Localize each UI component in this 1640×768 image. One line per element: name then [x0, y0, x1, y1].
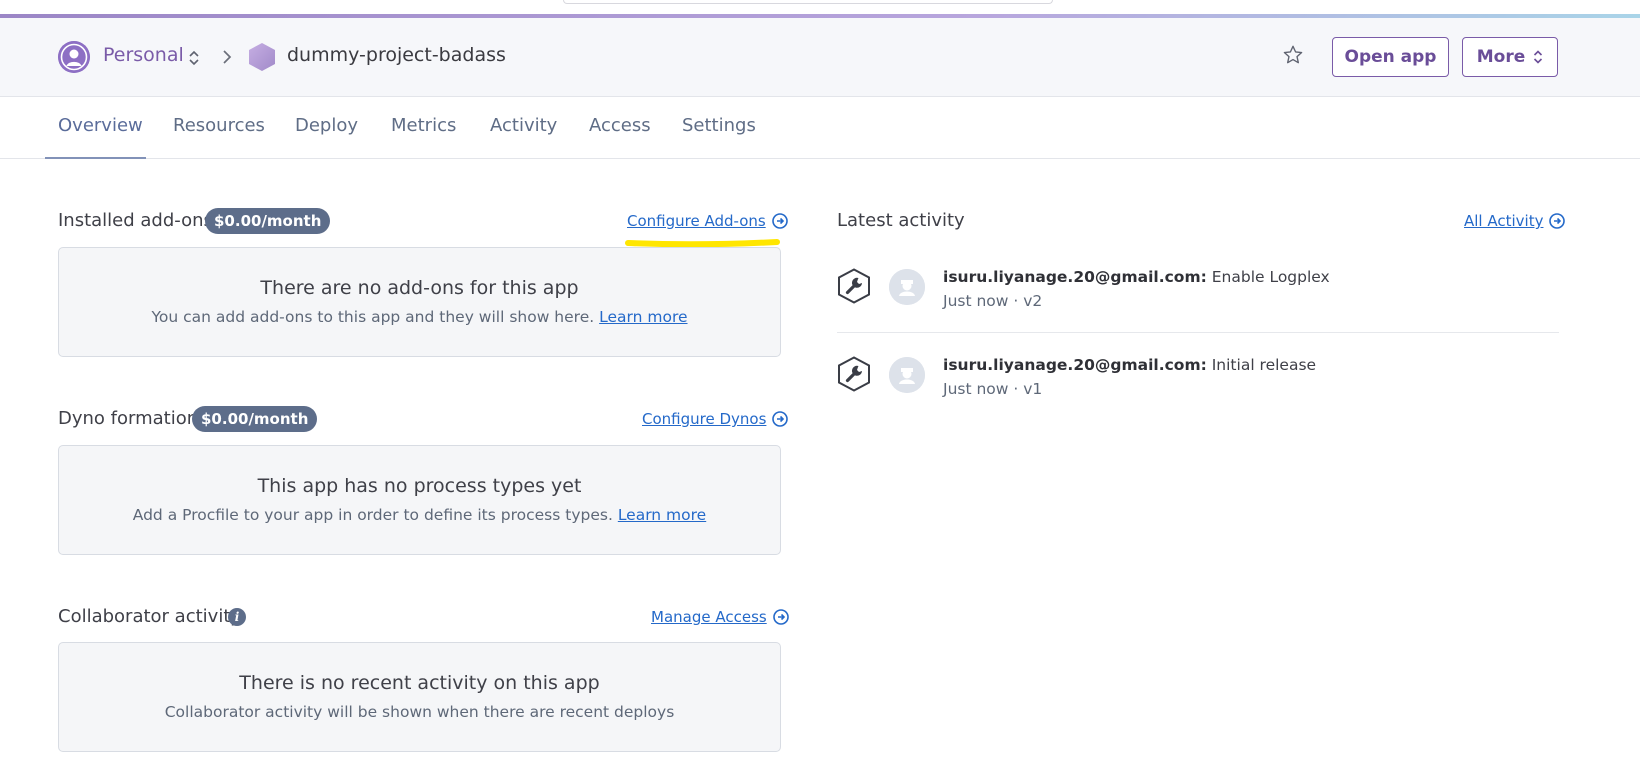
all-activity-label: All Activity [1464, 212, 1544, 230]
addons-empty-panel: There are no add-ons for this app You ca… [58, 247, 781, 357]
star-icon[interactable] [1282, 44, 1304, 66]
more-button-label: More [1476, 47, 1526, 67]
wrench-icon [838, 268, 870, 304]
circle-arrow-right-icon [771, 213, 788, 229]
all-activity-link[interactable]: All Activity [1464, 212, 1566, 230]
activity-meta: Just now · v1 [943, 380, 1043, 398]
latest-activity-title: Latest activity [837, 210, 965, 231]
circle-arrow-right-icon [1549, 213, 1566, 229]
dynos-empty-title: This app has no process types yet [257, 475, 582, 497]
tab-deploy[interactable]: Deploy [295, 115, 358, 136]
activity-user: isuru.liyanage.20@gmail.com: [943, 356, 1207, 374]
collaborators-empty-title: There is no recent activity on this app [239, 672, 600, 694]
activity-user: isuru.liyanage.20@gmail.com: [943, 268, 1207, 286]
app-tabs: Overview Resources Deploy Metrics Activi… [0, 97, 1640, 159]
addons-learn-more-link[interactable]: Learn more [599, 308, 687, 326]
chevron-updown-icon[interactable] [188, 48, 200, 68]
dynos-title: Dyno formation [58, 408, 199, 429]
tab-access[interactable]: Access [589, 115, 651, 136]
activity-item[interactable]: isuru.liyanage.20@gmail.com: Enable Logp… [837, 268, 1559, 333]
collaborators-empty-text: Collaborator activity will be shown when… [164, 703, 675, 721]
activity-action: Initial release [1211, 356, 1317, 374]
active-tab-indicator [45, 157, 146, 159]
chevron-right-icon [223, 50, 232, 64]
dynos-price-badge: $0.00/month [192, 406, 318, 432]
tab-settings[interactable]: Settings [682, 115, 756, 136]
chevron-updown-icon [1534, 50, 1543, 64]
dynos-empty-panel: This app has no process types yet Add a … [58, 445, 781, 555]
addons-price-badge: $0.00/month [205, 208, 331, 234]
dynos-empty-desc: Add a Procfile to your app in order to d… [132, 506, 613, 524]
more-button[interactable]: More [1462, 37, 1558, 77]
top-search-edge[interactable] [563, 0, 1053, 4]
tab-overview[interactable]: Overview [58, 115, 143, 136]
activity-item[interactable]: isuru.liyanage.20@gmail.com: Initial rel… [837, 356, 1559, 416]
addons-empty-text: You can add add-ons to this app and they… [59, 308, 780, 326]
hexagon-icon [249, 43, 275, 71]
open-app-button[interactable]: Open app [1332, 37, 1449, 77]
activity-action: Enable Logplex [1211, 268, 1330, 286]
configure-addons-link[interactable]: Configure Add-ons [627, 212, 788, 230]
tab-activity[interactable]: Activity [490, 115, 557, 136]
configure-dynos-link[interactable]: Configure Dynos [642, 410, 789, 428]
user-placeholder-avatar [889, 357, 925, 393]
activity-meta: Just now · v2 [943, 292, 1043, 310]
manage-access-link[interactable]: Manage Access [651, 608, 789, 626]
addons-title: Installed add-ons [58, 210, 213, 231]
addons-empty-title: There are no add-ons for this app [260, 277, 579, 299]
wrench-icon [838, 356, 870, 392]
app-header: Personal dummy-project-badass Open app M… [0, 18, 1640, 97]
manage-access-label: Manage Access [651, 608, 767, 626]
account-switcher[interactable]: Personal [103, 44, 184, 66]
tab-metrics[interactable]: Metrics [391, 115, 456, 136]
collaborators-empty-panel: There is no recent activity on this app … [58, 642, 781, 752]
activity-description: isuru.liyanage.20@gmail.com: Enable Logp… [943, 268, 1330, 286]
tab-resources[interactable]: Resources [173, 115, 265, 136]
info-icon[interactable]: i [228, 608, 246, 626]
dynos-learn-more-link[interactable]: Learn more [618, 506, 706, 524]
user-placeholder-avatar [889, 269, 925, 305]
collaborators-title: Collaborator activity [58, 606, 242, 627]
activity-description: isuru.liyanage.20@gmail.com: Initial rel… [943, 356, 1316, 374]
addons-empty-desc: You can add add-ons to this app and they… [151, 308, 595, 326]
user-avatar-icon[interactable] [58, 41, 90, 73]
circle-arrow-right-icon [772, 609, 789, 625]
configure-addons-label: Configure Add-ons [627, 212, 766, 230]
configure-dynos-label: Configure Dynos [642, 410, 767, 428]
dynos-empty-text: Add a Procfile to your app in order to d… [59, 506, 780, 524]
circle-arrow-right-icon [772, 411, 789, 427]
project-name[interactable]: dummy-project-badass [287, 44, 506, 66]
